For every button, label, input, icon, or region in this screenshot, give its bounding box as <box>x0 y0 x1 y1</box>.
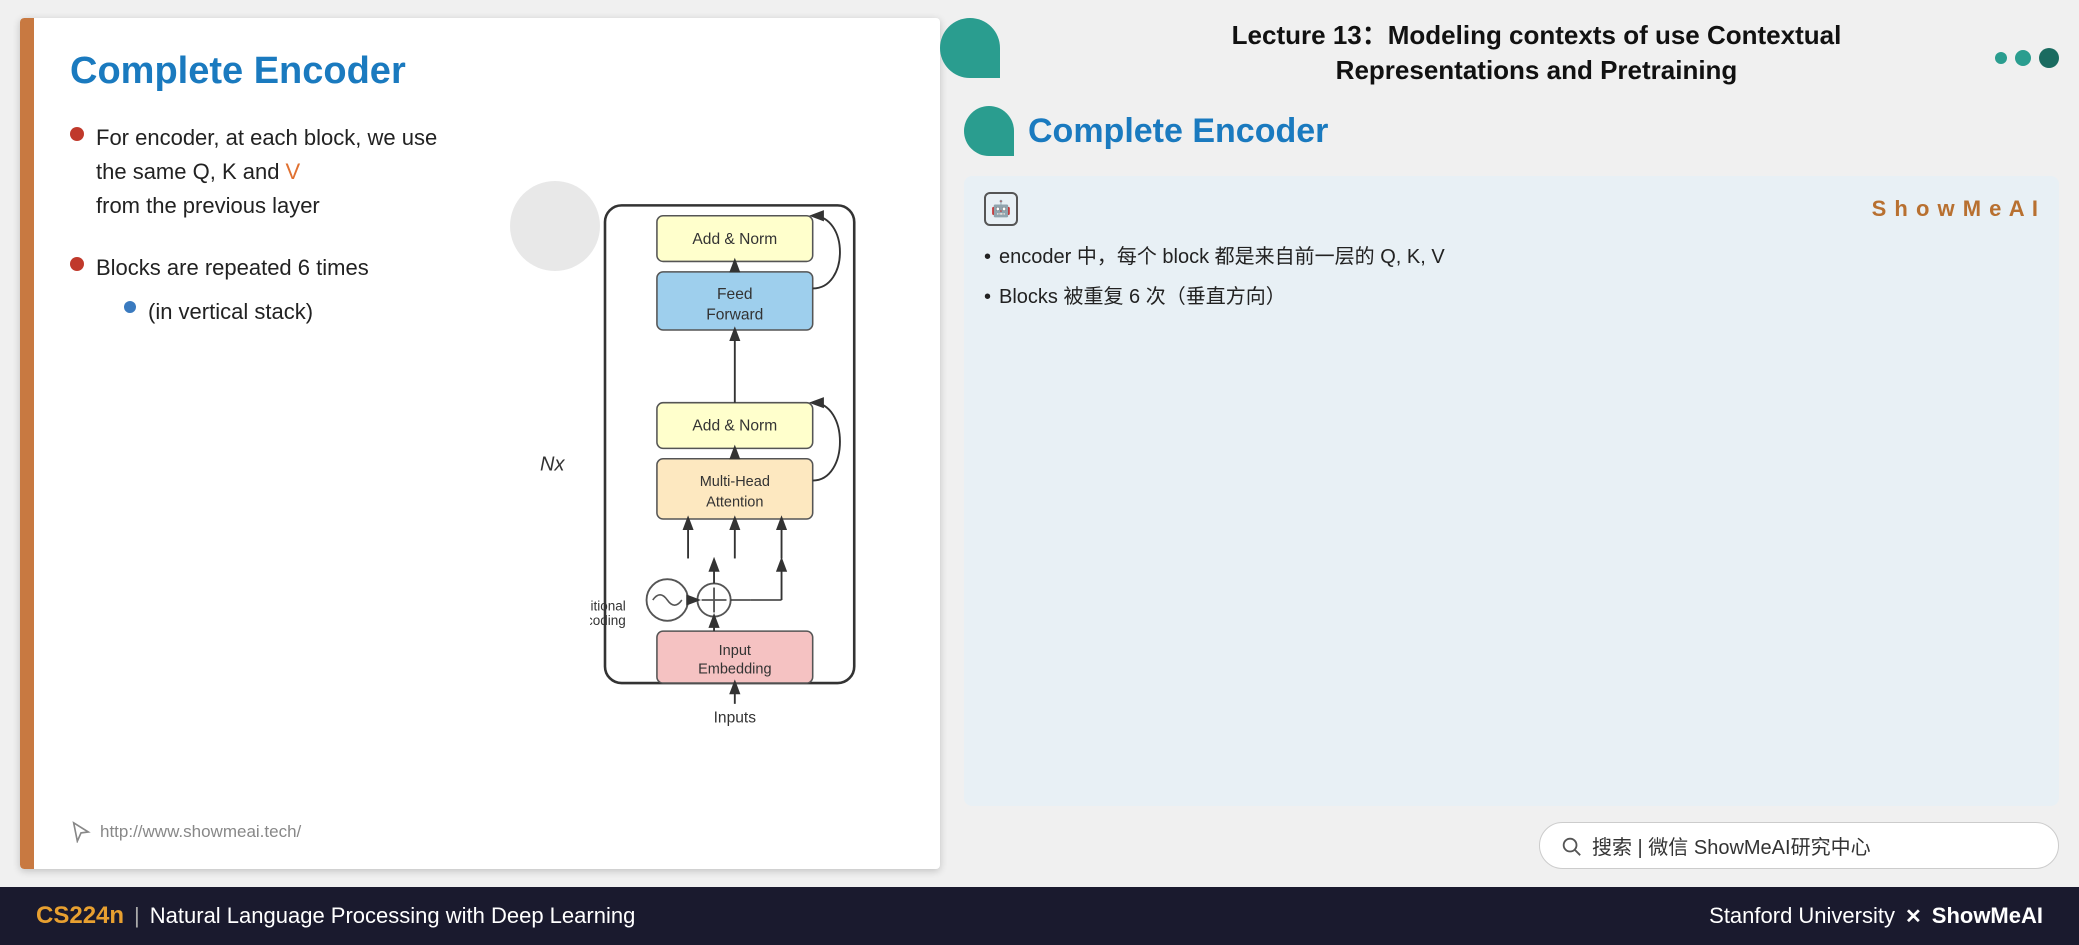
bottom-right: Stanford University ✕ ShowMeAI <box>1709 903 2043 929</box>
svg-text:Embedding: Embedding <box>698 662 771 678</box>
sub-bullet: (in vertical stack) <box>124 295 369 329</box>
showmeai-bullet-text-2: Blocks 被重复 6 次（垂直方向） <box>999 280 1286 314</box>
university-text: Stanford University <box>1709 903 1895 929</box>
bullet-dot-1 <box>70 127 84 141</box>
slide-panel: Complete Encoder For encoder, at each bl… <box>20 18 940 869</box>
svg-text:Add & Norm: Add & Norm <box>692 418 777 435</box>
highlight-v: V <box>286 159 301 184</box>
svg-text:Multi-Head: Multi-Head <box>700 474 770 490</box>
bottom-bar: CS224n | Natural Language Processing wit… <box>0 887 2079 945</box>
diagram-area: Nx Add & Norm Feed Forward <box>570 121 910 809</box>
slide-title: Complete Encoder <box>70 50 910 93</box>
right-encoder-title: Complete Encoder <box>964 106 2059 156</box>
nx-label: Nx <box>540 454 564 477</box>
bullet-item-2: Blocks are repeated 6 times (in vertical… <box>70 251 550 329</box>
course-code: CS224n <box>36 902 124 930</box>
bullet-item-1: For encoder, at each block, we use the s… <box>70 121 550 223</box>
gray-circle-decor <box>510 181 600 271</box>
showmeai-bullet-2: • Blocks 被重复 6 次（垂直方向） <box>984 280 2039 314</box>
cursor-icon <box>70 821 92 843</box>
search-bar-wrapper: 搜索 | 微信 ShowMeAI研究中心 <box>964 806 2059 869</box>
showmeai-card: 🤖 S h o w M e A I • encoder 中，每个 block 都… <box>964 176 2059 806</box>
encoder-diagram: Add & Norm Feed Forward Add & Norm Multi… <box>590 195 890 735</box>
svg-text:Forward: Forward <box>706 307 763 324</box>
x-mark: ✕ <box>1905 904 1922 929</box>
bullet-marker-2: • <box>984 280 991 314</box>
lecture-title-line1: Lecture 13：Modeling contexts of use Cont… <box>1232 20 1842 50</box>
showmeai-brand: S h o w M e A I <box>1872 196 2039 222</box>
svg-text:Attention: Attention <box>706 495 763 511</box>
right-panel: Lecture 13：Modeling contexts of use Cont… <box>940 0 2079 887</box>
showmeai-bullet-text-1: encoder 中，每个 block 都是来自前一层的 Q, K, V <box>999 240 1445 274</box>
svg-text:Add & Norm: Add & Norm <box>692 231 777 248</box>
sub-bullet-text: (in vertical stack) <box>148 295 313 329</box>
sub-bullet-dot <box>124 301 136 313</box>
showmeai-bullet-1: • encoder 中，每个 block 都是来自前一层的 Q, K, V <box>984 240 2039 274</box>
showmeai-bottom: ShowMeAI <box>1932 903 2043 929</box>
bullet-dot-2 <box>70 257 84 271</box>
svg-text:Input: Input <box>719 643 751 659</box>
right-encoder-text: Complete Encoder <box>1028 112 1328 151</box>
bullet-marker-1: • <box>984 240 991 274</box>
search-bar[interactable]: 搜索 | 微信 ShowMeAI研究中心 <box>1539 822 2059 869</box>
teal-icon-shape <box>964 106 1014 156</box>
showmeai-bullets: • encoder 中，每个 block 都是来自前一层的 Q, K, V • … <box>984 240 2039 314</box>
bullet-text-2: Blocks are repeated 6 times <box>96 251 369 285</box>
slide-text-area: For encoder, at each block, we use the s… <box>70 121 550 809</box>
bullet-text-1: For encoder, at each block, we use the s… <box>96 121 437 223</box>
ai-icon: 🤖 <box>984 192 1018 226</box>
lecture-title-area: Lecture 13：Modeling contexts of use Cont… <box>964 18 2059 88</box>
separator: | <box>134 903 140 929</box>
svg-text:Encoding: Encoding <box>590 613 626 628</box>
slide-footer: http://www.showmeai.tech/ <box>70 809 910 849</box>
lecture-title: Lecture 13：Modeling contexts of use Cont… <box>1014 18 2059 88</box>
slide-accent-bar <box>20 18 34 869</box>
ai-icon-text: 🤖 <box>991 199 1011 219</box>
svg-text:Positional: Positional <box>590 598 626 613</box>
lecture-title-line2: Representations and Pretraining <box>1336 55 1738 85</box>
search-icon <box>1560 835 1582 857</box>
svg-text:Feed: Feed <box>717 286 752 303</box>
search-text: 搜索 | 微信 ShowMeAI研究中心 <box>1592 831 1871 860</box>
svg-text:Inputs: Inputs <box>714 710 757 727</box>
course-name: Natural Language Processing with Deep Le… <box>150 903 636 929</box>
bottom-left: CS224n | Natural Language Processing wit… <box>36 902 635 930</box>
showmeai-header: 🤖 S h o w M e A I <box>984 192 2039 226</box>
footer-url: http://www.showmeai.tech/ <box>100 822 301 842</box>
right-header: Lecture 13：Modeling contexts of use Cont… <box>964 18 2059 106</box>
